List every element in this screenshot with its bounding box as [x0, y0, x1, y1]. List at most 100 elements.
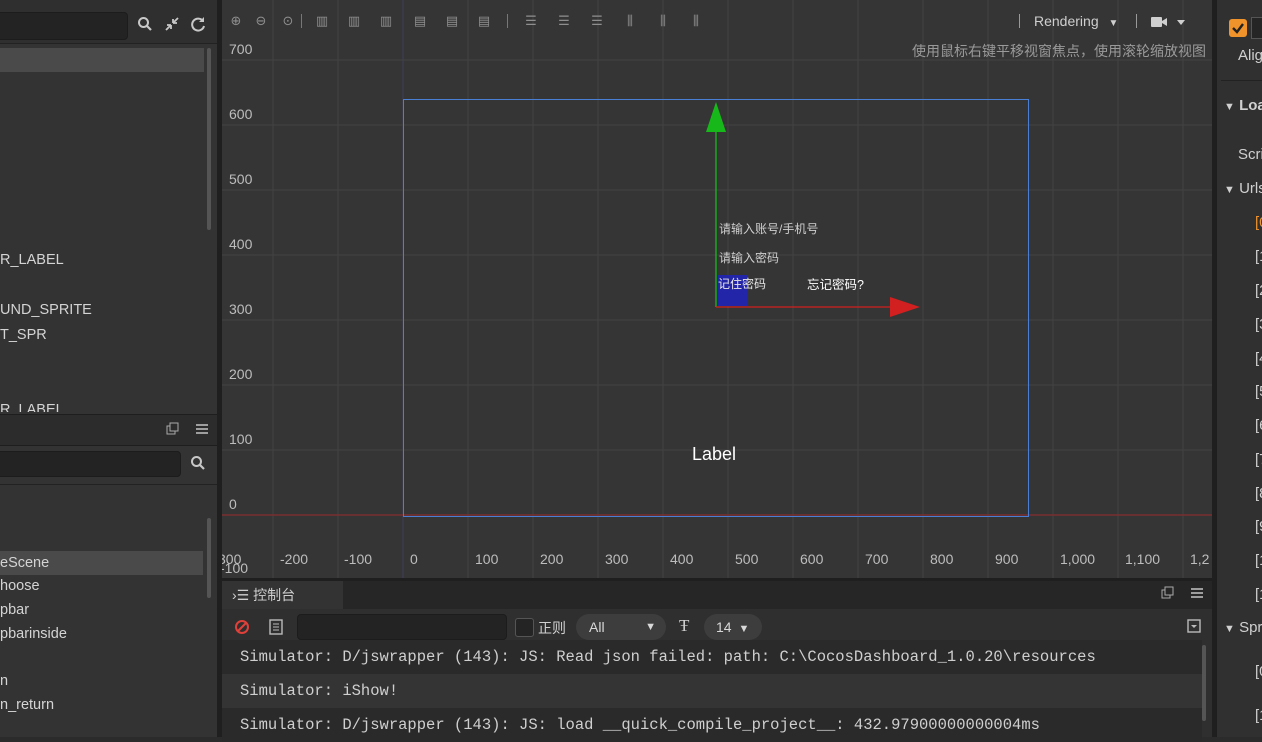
inspector-panel: Alig ▼ Loa Scri ▼ Urls [0 [1 [2 [3 [4 [5… — [1216, 0, 1262, 737]
search-icon[interactable] — [136, 16, 154, 38]
camera-dropdown[interactable] — [1150, 15, 1190, 32]
assets-header — [0, 414, 217, 446]
distribute-left-icon[interactable]: ⫼ — [620, 8, 640, 34]
url-item[interactable]: [3 — [1255, 316, 1262, 333]
rendering-dropdown[interactable]: Rendering ▼ — [1034, 8, 1118, 37]
url-item[interactable]: [1 — [1255, 552, 1262, 569]
x-tick: 400 — [670, 551, 694, 567]
distribute-top-icon[interactable]: ☰ — [521, 8, 541, 34]
assets-search-icon[interactable] — [189, 455, 207, 477]
distribute-bottom-icon[interactable]: ☰ — [587, 8, 607, 34]
sprite-item[interactable]: [1 — [1255, 707, 1262, 724]
distribute-hcenter-icon[interactable]: ⫼ — [653, 8, 673, 34]
console-tab-label: 控制台 — [253, 587, 296, 603]
popout-icon[interactable] — [1158, 585, 1176, 605]
x-tick: 1,2 — [1190, 551, 1210, 567]
zoom-in-icon[interactable]: ⊕ — [226, 8, 246, 34]
tree-item[interactable]: R_LABEL — [0, 398, 210, 412]
url-item[interactable]: [6 — [1255, 417, 1262, 434]
x-tick: 600 — [800, 551, 824, 567]
assets-scrollbar[interactable] — [207, 518, 211, 598]
left-panels: R_LABEL UND_SPRITE T_SPR R_LABEL eScene … — [0, 0, 217, 737]
hierarchy-scrollbar[interactable] — [207, 48, 211, 230]
asset-item[interactable]: pbarinside — [0, 622, 210, 646]
align-left-icon[interactable]: ▤ — [410, 8, 430, 34]
menu-icon[interactable] — [193, 421, 211, 441]
sprite-label: Spr — [1239, 619, 1262, 636]
y-tick: 100 — [229, 431, 253, 447]
regex-checkbox[interactable] — [515, 618, 534, 637]
collapse-icon[interactable] — [163, 16, 181, 38]
urls-property-header[interactable]: ▼ Urls — [1224, 180, 1262, 197]
x-tick: 500 — [735, 551, 759, 567]
url-item[interactable]: [8 — [1255, 485, 1262, 502]
font-size-icon: Ŧ — [679, 616, 690, 635]
tree-item[interactable]: R_LABEL — [0, 248, 210, 272]
open-log-file-icon[interactable] — [269, 619, 283, 638]
sprite-item[interactable]: [0 — [1255, 663, 1262, 680]
tree-item-selected[interactable] — [0, 48, 204, 72]
expand-icon: ▼ — [1224, 101, 1235, 113]
font-size-select[interactable]: 14 ▼ — [704, 614, 762, 640]
scene-editor[interactable]: ⊕ ⊖ ⊙ ▥ ▥ ▥ ▤ ▤ ▤ ☰ ☰ ☰ ⫼ ⫼ ⫼ Rendering … — [222, 0, 1212, 578]
tab-console[interactable]: ›☰ 控制台 — [222, 581, 343, 609]
collapse-logs-icon[interactable] — [1187, 619, 1201, 636]
y-tick: 700 — [229, 41, 253, 57]
align-right-icon[interactable]: ▤ — [474, 8, 494, 34]
url-item[interactable]: [1 — [1255, 248, 1262, 265]
align-vcenter-icon[interactable]: ▥ — [344, 8, 364, 34]
toolbar-divider — [301, 14, 302, 28]
zoom-reset-icon[interactable]: ⊙ — [278, 8, 298, 34]
name-field[interactable] — [1251, 17, 1262, 39]
x-tick: 300 — [605, 551, 629, 567]
distribute-right-icon[interactable]: ⫼ — [686, 8, 706, 34]
script-property-label: Scri — [1238, 146, 1262, 163]
url-item[interactable]: [0 — [1255, 214, 1262, 231]
url-item[interactable]: [4 — [1255, 350, 1262, 367]
hierarchy-toolbar — [0, 0, 217, 44]
x-tick: 300 — [222, 551, 242, 567]
log-level-value: All — [589, 619, 605, 635]
url-item[interactable]: [9 — [1255, 518, 1262, 535]
asset-item[interactable]: n_return — [0, 693, 210, 717]
align-hcenter-icon[interactable]: ▤ — [442, 8, 462, 34]
url-item[interactable]: [7 — [1255, 451, 1262, 468]
popout-icon[interactable] — [163, 421, 181, 441]
x-tick: 100 — [475, 551, 499, 567]
console-filter-input[interactable] — [297, 614, 507, 640]
asset-item[interactable]: pbar — [0, 598, 210, 622]
console-icon: ›☰ — [232, 587, 250, 603]
url-item[interactable]: [1 — [1255, 586, 1262, 603]
distribute-vcenter-icon[interactable]: ☰ — [554, 8, 574, 34]
url-item[interactable]: [5 — [1255, 383, 1262, 400]
zoom-out-icon[interactable]: ⊖ — [251, 8, 271, 34]
asset-item[interactable]: hoose — [0, 574, 210, 598]
x-tick: -100 — [344, 551, 373, 567]
console-scrollbar[interactable] — [1202, 645, 1206, 721]
assets-search-input[interactable] — [0, 451, 181, 477]
y-tick: 200 — [229, 366, 253, 382]
align-top-icon[interactable]: ▥ — [312, 8, 332, 34]
x-tick: 1,000 — [1060, 551, 1096, 567]
move-gizmo[interactable] — [702, 98, 922, 323]
sprite-property-header[interactable]: ▼ Spr — [1224, 619, 1262, 636]
component-header[interactable]: ▼ Loa — [1224, 97, 1262, 114]
y-tick: 400 — [229, 236, 253, 252]
hierarchy-search-input[interactable] — [0, 12, 128, 40]
expand-icon: ▼ — [1224, 623, 1235, 635]
log-level-select[interactable]: All ▼ — [576, 614, 666, 640]
align-bottom-icon[interactable]: ▥ — [376, 8, 396, 34]
clear-icon[interactable] — [234, 619, 250, 638]
asset-item[interactable]: n — [0, 669, 210, 693]
url-item[interactable]: [2 — [1255, 282, 1262, 299]
tree-item[interactable]: T_SPR — [0, 323, 210, 347]
refresh-icon[interactable] — [189, 16, 207, 38]
label-node[interactable]: Label — [692, 444, 736, 465]
asset-item-selected[interactable]: eScene — [0, 551, 203, 575]
tree-item[interactable]: UND_SPRITE — [0, 298, 210, 322]
log-line: Simulator: iShow! — [222, 674, 1202, 708]
x-tick: 700 — [865, 551, 889, 567]
menu-icon[interactable] — [1188, 585, 1206, 605]
enabled-checkbox[interactable] — [1229, 19, 1247, 37]
y-tick: 300 — [229, 301, 253, 317]
